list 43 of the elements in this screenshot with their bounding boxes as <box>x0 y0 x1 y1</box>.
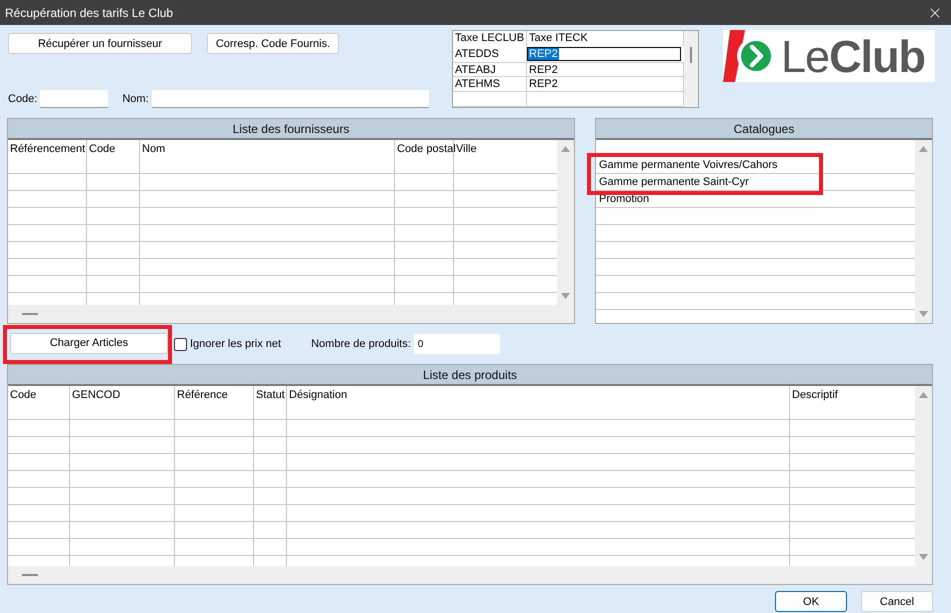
column-header[interactable]: Code <box>87 140 140 157</box>
table-cell: ATEDDS <box>453 46 527 62</box>
checkbox-label: Ignorer les prix net <box>190 338 282 350</box>
table-cell: ATEABJ <box>453 62 527 76</box>
load-button[interactable]: Charger Articles <box>10 332 168 354</box>
table-cell: ATEHMS <box>453 77 527 92</box>
catalogue-item[interactable]: Gamme permanente Voivres/Cahors <box>596 157 915 174</box>
scroll-down-icon[interactable] <box>919 311 928 317</box>
input-field[interactable] <box>152 90 429 108</box>
panel-title: Liste des fournisseurs <box>8 119 574 140</box>
column-header[interactable]: GENCOD <box>70 386 175 403</box>
dialog-button[interactable]: OK <box>775 591 847 612</box>
column-header[interactable]: Référencement <box>8 140 87 157</box>
scroll-up-icon[interactable] <box>561 146 570 152</box>
column-header[interactable]: Référence <box>175 386 254 403</box>
column-header[interactable]: Désignation <box>287 386 790 403</box>
column-header[interactable]: Code <box>8 386 70 403</box>
column-header[interactable]: Code postal <box>395 140 454 157</box>
field-label: Nom: <box>122 93 149 105</box>
dialog-button[interactable]: Cancel <box>861 591 933 612</box>
column-header[interactable]: Taxe LECLUB <box>453 31 527 46</box>
logo-text: LeClub <box>781 34 926 78</box>
field-label: Nombre de produits: <box>311 338 411 350</box>
catalogue-item[interactable]: Promotion <box>596 191 915 208</box>
checkbox[interactable] <box>174 338 187 350</box>
scrollbar[interactable] <box>684 31 698 107</box>
column-header[interactable]: Nom <box>140 140 395 157</box>
panel-title: Liste des produits <box>8 365 932 386</box>
cell-editor[interactable]: REP2 <box>527 46 681 61</box>
action-button[interactable]: Corresp. Code Fournis. <box>207 33 339 54</box>
catalogue-item[interactable]: Gamme permanente Saint-Cyr <box>596 174 915 191</box>
panel-title: Catalogues <box>596 119 932 140</box>
count-field[interactable]: 0 <box>414 334 500 354</box>
column-header[interactable]: Statut <box>254 386 287 403</box>
scroll-up-icon[interactable] <box>919 392 928 398</box>
scroll-up-icon[interactable] <box>919 146 928 152</box>
scroll-down-icon[interactable] <box>561 293 570 299</box>
input-field[interactable] <box>40 90 108 108</box>
window-title: Récupération des tarifs Le Club <box>5 6 174 20</box>
column-header[interactable]: Descriptif <box>790 386 915 403</box>
scroll-down-icon[interactable] <box>919 554 928 560</box>
field-label: Code: <box>8 93 38 105</box>
action-button[interactable]: Récupérer un fournisseur <box>8 33 192 54</box>
